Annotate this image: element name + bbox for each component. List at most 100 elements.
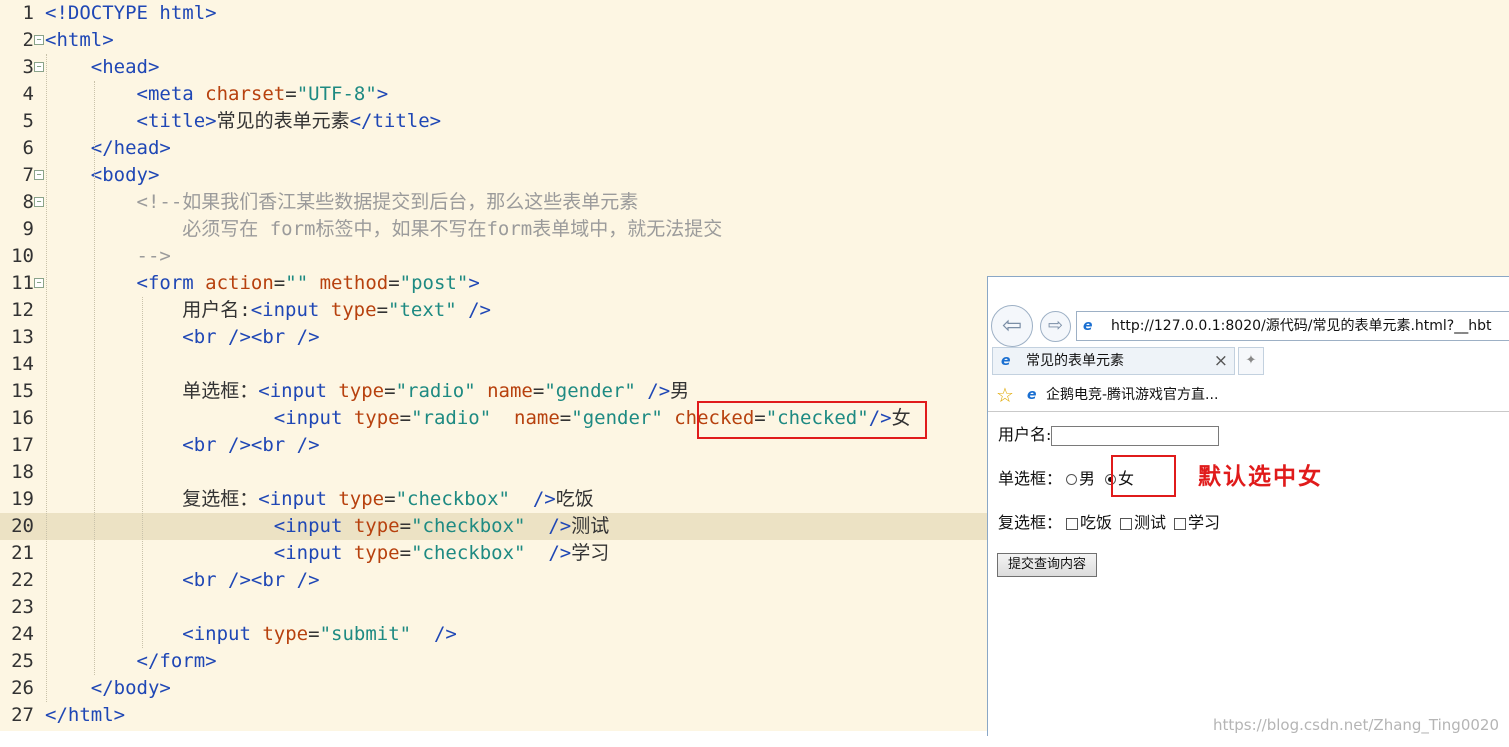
- code-token: <input: [273, 515, 354, 537]
- line-number: 24: [11, 623, 34, 645]
- code-token: <!DOCTYPE html>: [45, 2, 217, 24]
- code-text: <head>: [45, 54, 160, 81]
- code-text: <form action="" method="post">: [45, 270, 480, 297]
- tab-title: 常见的表单元素: [1026, 353, 1124, 369]
- code-token: =: [376, 299, 389, 321]
- code-token: 必须写在 form标签中，如果不写在form表单域中，就无法提交: [182, 218, 723, 240]
- code-token: =: [384, 488, 396, 510]
- code-text: </body>: [45, 675, 171, 702]
- line-number: 23: [11, 596, 34, 618]
- ie-icon: e: [1001, 353, 1011, 369]
- code-line[interactable]: 6 </head>: [0, 135, 1509, 162]
- line-number: 10: [11, 245, 34, 267]
- code-text: <input type="checkbox" />学习: [45, 540, 609, 567]
- code-token: 测试: [571, 515, 610, 537]
- code-token: "checkbox": [411, 515, 549, 537]
- code-line[interactable]: 9 必须写在 form标签中，如果不写在form表单域中，就无法提交: [0, 216, 1509, 243]
- line-number: 4: [22, 83, 34, 105]
- code-token: 用户名:: [45, 299, 251, 321]
- code-text: 必须写在 form标签中，如果不写在form表单域中，就无法提交: [45, 216, 722, 243]
- code-token: </head>: [90, 137, 171, 159]
- code-token: <input: [273, 542, 354, 564]
- fold-toggle-icon[interactable]: −: [34, 35, 44, 45]
- forward-arrow-icon[interactable]: ⇨: [1040, 311, 1071, 342]
- back-arrow-icon[interactable]: ⇦: [991, 305, 1033, 347]
- favorites-bar: ☆ e 企鹅电竞-腾讯游戏官方直...: [988, 378, 1509, 412]
- code-token: />: [468, 299, 491, 321]
- fold-toggle-icon[interactable]: −: [34, 170, 44, 180]
- username-input[interactable]: [1051, 425, 1220, 446]
- new-tab-icon[interactable]: ✦: [1238, 347, 1264, 375]
- submit-button[interactable]: 提交查询内容: [997, 553, 1098, 577]
- favorites-link[interactable]: 企鹅电竞-腾讯游戏官方直...: [1046, 378, 1218, 412]
- code-token: >: [468, 272, 480, 294]
- code-token: "text": [388, 299, 469, 321]
- address-text: http://127.0.0.1:8020/源代码/常见的表单元素.html?_…: [1111, 318, 1492, 334]
- code-token: =: [399, 515, 412, 537]
- radio-male[interactable]: [1066, 474, 1078, 485]
- code-token: -->: [136, 245, 171, 267]
- line-number: 15: [11, 380, 34, 402]
- code-line[interactable]: 10 -->: [0, 243, 1509, 270]
- code-token: 常见的表单元素: [216, 110, 350, 132]
- code-line[interactable]: 5 <title>常见的表单元素</title>: [0, 108, 1509, 135]
- code-token: =: [399, 407, 412, 429]
- watermark: https://blog.csdn.net/Zhang_Ting0020: [1212, 716, 1499, 734]
- code-line[interactable]: 7− <body>: [0, 162, 1509, 189]
- code-text: 用户名:<input type="text" />: [45, 297, 491, 324]
- code-token: <input: [250, 299, 331, 321]
- code-token: "submit": [319, 623, 434, 645]
- line-number: 2: [22, 29, 34, 51]
- radio-male-label: 男: [1079, 469, 1096, 488]
- code-token: <meta: [136, 83, 206, 105]
- fold-toggle-icon[interactable]: −: [34, 197, 44, 207]
- close-icon[interactable]: ×: [1214, 348, 1228, 374]
- code-text: <title>常见的表单元素</title>: [45, 108, 442, 135]
- code-token: 复选框：: [45, 488, 259, 510]
- code-line[interactable]: 1 <!DOCTYPE html>: [0, 0, 1509, 27]
- username-row: 用户名:: [998, 421, 1220, 446]
- code-text: <br /><br />: [45, 324, 319, 351]
- indent-guide: [46, 54, 47, 702]
- address-bar[interactable]: e http://127.0.0.1:8020/源代码/常见的表单元素.html…: [1076, 311, 1509, 341]
- line-number: 1: [22, 2, 34, 24]
- line-number: 16: [11, 407, 34, 429]
- checkbox-study[interactable]: [1174, 517, 1187, 530]
- line-number: 19: [11, 488, 34, 510]
- annotation-text: 默认选中女: [1198, 464, 1323, 490]
- code-line[interactable]: 3− <head>: [0, 54, 1509, 81]
- code-token: >: [376, 83, 389, 105]
- checked-radio-highlight: [1111, 455, 1176, 497]
- code-token: <input: [258, 488, 339, 510]
- indent-guide: [94, 81, 95, 675]
- code-token: 吃饭: [555, 488, 594, 510]
- checkbox-eat[interactable]: [1066, 517, 1079, 530]
- code-token: <head>: [90, 56, 160, 78]
- code-line[interactable]: 2− <html>: [0, 27, 1509, 54]
- line-number: 6: [22, 137, 34, 159]
- code-line[interactable]: 8− <!--如果我们香江某些数据提交到后台，那么这些表单元素: [0, 189, 1509, 216]
- fold-toggle-icon[interactable]: −: [34, 278, 44, 288]
- code-token: "checkbox": [411, 542, 549, 564]
- code-text: <!DOCTYPE html>: [45, 0, 217, 27]
- code-line[interactable]: 4 <meta charset="UTF-8">: [0, 81, 1509, 108]
- checkbox-test[interactable]: [1120, 517, 1133, 530]
- star-icon[interactable]: ☆: [996, 378, 1014, 412]
- fold-toggle-icon[interactable]: −: [34, 62, 44, 72]
- tab-page[interactable]: e 常见的表单元素 ×: [992, 347, 1235, 375]
- code-token: <form: [136, 272, 206, 294]
- code-text: 复选框：<input type="checkbox" />吃饭: [45, 486, 594, 513]
- code-text: <html>: [45, 27, 114, 54]
- code-token: />: [548, 515, 572, 537]
- line-number: 8: [22, 191, 34, 213]
- line-number: 25: [11, 650, 34, 672]
- code-token: </form>: [136, 650, 217, 672]
